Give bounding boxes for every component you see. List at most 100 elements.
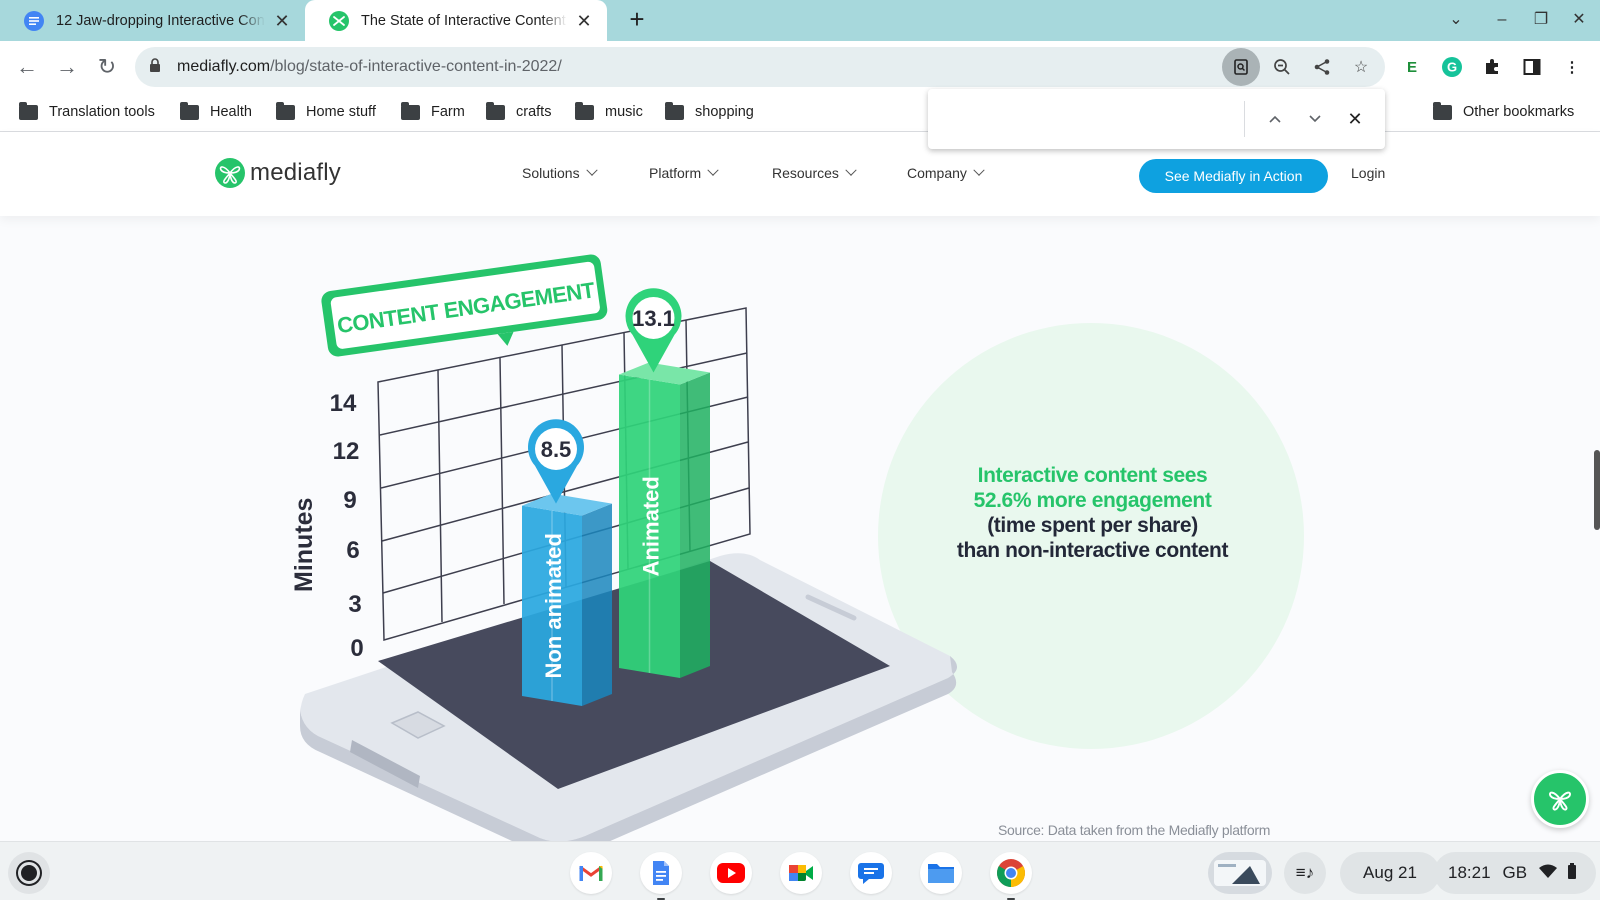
bar-1: Animated 13.1 bbox=[619, 288, 710, 678]
side-panel-icon[interactable] bbox=[1519, 54, 1545, 80]
stat-line: 52.6% more engagement bbox=[973, 489, 1212, 512]
bookmark-folder[interactable]: Translation tools bbox=[19, 101, 155, 123]
stat-line: than non-interactive content bbox=[956, 539, 1229, 562]
y-tick: 12 bbox=[333, 438, 360, 465]
google-docs-icon bbox=[24, 10, 44, 31]
lock-icon bbox=[149, 57, 165, 77]
tab-strip: 12 Jaw-dropping Interactive Content ✕ Th… bbox=[0, 0, 1600, 41]
find-input[interactable] bbox=[940, 103, 1240, 135]
source-note: Source: Data taken from the Mediafly pla… bbox=[998, 822, 1271, 838]
date-tray[interactable]: Aug 21 bbox=[1340, 852, 1440, 894]
bar-side bbox=[582, 503, 612, 706]
find-previous-icon[interactable] bbox=[1261, 105, 1289, 133]
mediafly-icon bbox=[329, 10, 349, 31]
content-engagement-banner: CONTENT ENGAGEMENT bbox=[321, 254, 608, 357]
y-tick: 3 bbox=[348, 591, 361, 618]
svg-text:G: G bbox=[1447, 60, 1457, 75]
clock: 18:21 bbox=[1448, 863, 1491, 882]
bar-category-label: Non animated bbox=[541, 533, 566, 678]
back-icon[interactable]: ← bbox=[13, 53, 41, 81]
chevron-down-icon bbox=[707, 164, 719, 176]
folder-icon bbox=[180, 101, 199, 120]
value-pin: 8.5 bbox=[527, 419, 584, 504]
folder-icon bbox=[276, 101, 295, 120]
zoom-icon[interactable] bbox=[1268, 53, 1296, 81]
chrome-icon[interactable] bbox=[990, 852, 1032, 900]
youtube-icon[interactable] bbox=[710, 852, 752, 894]
stat-line: Interactive content sees bbox=[977, 464, 1208, 487]
bookmark-folder[interactable]: crafts bbox=[486, 101, 551, 123]
minimize-icon[interactable]: – bbox=[1490, 8, 1514, 32]
other-bookmarks[interactable]: Other bookmarks bbox=[1433, 101, 1574, 123]
mediafly-logo-icon bbox=[215, 158, 245, 188]
folder-icon bbox=[665, 101, 684, 120]
wifi-icon bbox=[1539, 863, 1558, 883]
close-tab-icon[interactable]: ✕ bbox=[575, 12, 593, 30]
address-bar[interactable]: mediafly.com/blog/state-of-interactive-c… bbox=[135, 47, 1385, 87]
find-bar: ✕ bbox=[928, 89, 1385, 149]
value-pin: 13.1 bbox=[625, 288, 682, 373]
menu-platform[interactable]: Platform bbox=[649, 164, 719, 181]
mediafly-logo[interactable]: mediafly bbox=[214, 157, 341, 189]
bookmark-folder[interactable]: music bbox=[575, 101, 643, 123]
find-close-icon[interactable]: ✕ bbox=[1341, 105, 1369, 133]
stat-line: (time spent per share) bbox=[987, 514, 1198, 537]
bookmark-folder[interactable]: Farm bbox=[401, 101, 465, 123]
bar-0: Non animated 8.5 bbox=[522, 419, 612, 706]
menu-resources[interactable]: Resources bbox=[772, 164, 857, 181]
tab-docs[interactable]: 12 Jaw-dropping Interactive Content ✕ bbox=[0, 0, 305, 41]
chevron-down-icon bbox=[973, 164, 985, 176]
share-icon[interactable] bbox=[1308, 53, 1336, 81]
keyboard-locale: GB bbox=[1502, 863, 1528, 882]
y-tick: 14 bbox=[330, 390, 357, 417]
menu-company[interactable]: Company bbox=[907, 164, 985, 181]
playlist-icon[interactable]: ≡♪ bbox=[1284, 852, 1326, 894]
kebab-menu-icon[interactable]: ⋮ bbox=[1559, 54, 1585, 80]
tab-mediafly[interactable]: The State of Interactive Content in 2022… bbox=[305, 0, 607, 41]
status-tray[interactable]: 18:21 GB bbox=[1434, 852, 1596, 894]
puzzle-icon[interactable] bbox=[1479, 54, 1505, 80]
folder-icon bbox=[1433, 101, 1452, 120]
reload-icon[interactable]: ↻ bbox=[93, 53, 121, 81]
close-window-icon[interactable]: ✕ bbox=[1567, 8, 1591, 32]
messages-icon[interactable] bbox=[850, 852, 892, 894]
google-meet-icon[interactable] bbox=[780, 852, 822, 894]
tab-search-icon[interactable]: ⌄ bbox=[1444, 8, 1468, 32]
files-icon[interactable] bbox=[920, 852, 962, 894]
evernote-icon[interactable]: E bbox=[1399, 54, 1425, 80]
tab-title: The State of Interactive Content in 2022 bbox=[361, 12, 567, 29]
logo-text: mediafly bbox=[250, 159, 341, 186]
launcher-button[interactable] bbox=[8, 852, 50, 894]
engagement-stat: Interactive content sees 52.6% more enga… bbox=[900, 463, 1285, 563]
restore-icon[interactable]: ❐ bbox=[1529, 8, 1553, 32]
bookmark-folder[interactable]: shopping bbox=[665, 101, 754, 123]
menu-solutions[interactable]: Solutions bbox=[522, 164, 598, 181]
data-label: 8.5 bbox=[541, 437, 572, 462]
screenshot-thumbnail[interactable] bbox=[1208, 852, 1272, 894]
chevron-down-icon bbox=[585, 164, 598, 176]
folder-icon bbox=[486, 101, 505, 120]
engagement-infographic: Minutes 14 12 9 6 3 0 CONTENT ENGAGEMENT… bbox=[290, 254, 957, 841]
find-icon[interactable] bbox=[1222, 48, 1260, 86]
login-link[interactable]: Login bbox=[1351, 165, 1385, 181]
see-mediafly-button[interactable]: See Mediafly in Action bbox=[1139, 159, 1328, 193]
url-text: mediafly.com/blog/state-of-interactive-c… bbox=[177, 58, 562, 75]
find-next-icon[interactable] bbox=[1301, 105, 1329, 133]
chevron-down-icon bbox=[845, 164, 857, 176]
chat-widget-button[interactable] bbox=[1531, 770, 1589, 828]
grammarly-icon[interactable]: G bbox=[1439, 54, 1465, 80]
google-docs-icon[interactable] bbox=[640, 852, 682, 900]
folder-icon bbox=[575, 101, 594, 120]
scrollbar-thumb[interactable] bbox=[1594, 450, 1600, 530]
bar-side bbox=[680, 372, 710, 678]
y-tick: 6 bbox=[346, 537, 359, 564]
new-tab-button[interactable]: + bbox=[623, 6, 651, 34]
bar-category-label: Animated bbox=[639, 476, 664, 576]
y-axis-label: Minutes bbox=[290, 498, 318, 592]
gmail-icon[interactable] bbox=[570, 852, 612, 894]
forward-icon[interactable]: → bbox=[53, 53, 81, 81]
bookmark-folder[interactable]: Home stuff bbox=[276, 101, 376, 123]
bookmark-star-icon[interactable]: ☆ bbox=[1347, 53, 1375, 81]
bookmark-folder[interactable]: Health bbox=[180, 101, 252, 123]
close-tab-icon[interactable]: ✕ bbox=[273, 12, 291, 30]
